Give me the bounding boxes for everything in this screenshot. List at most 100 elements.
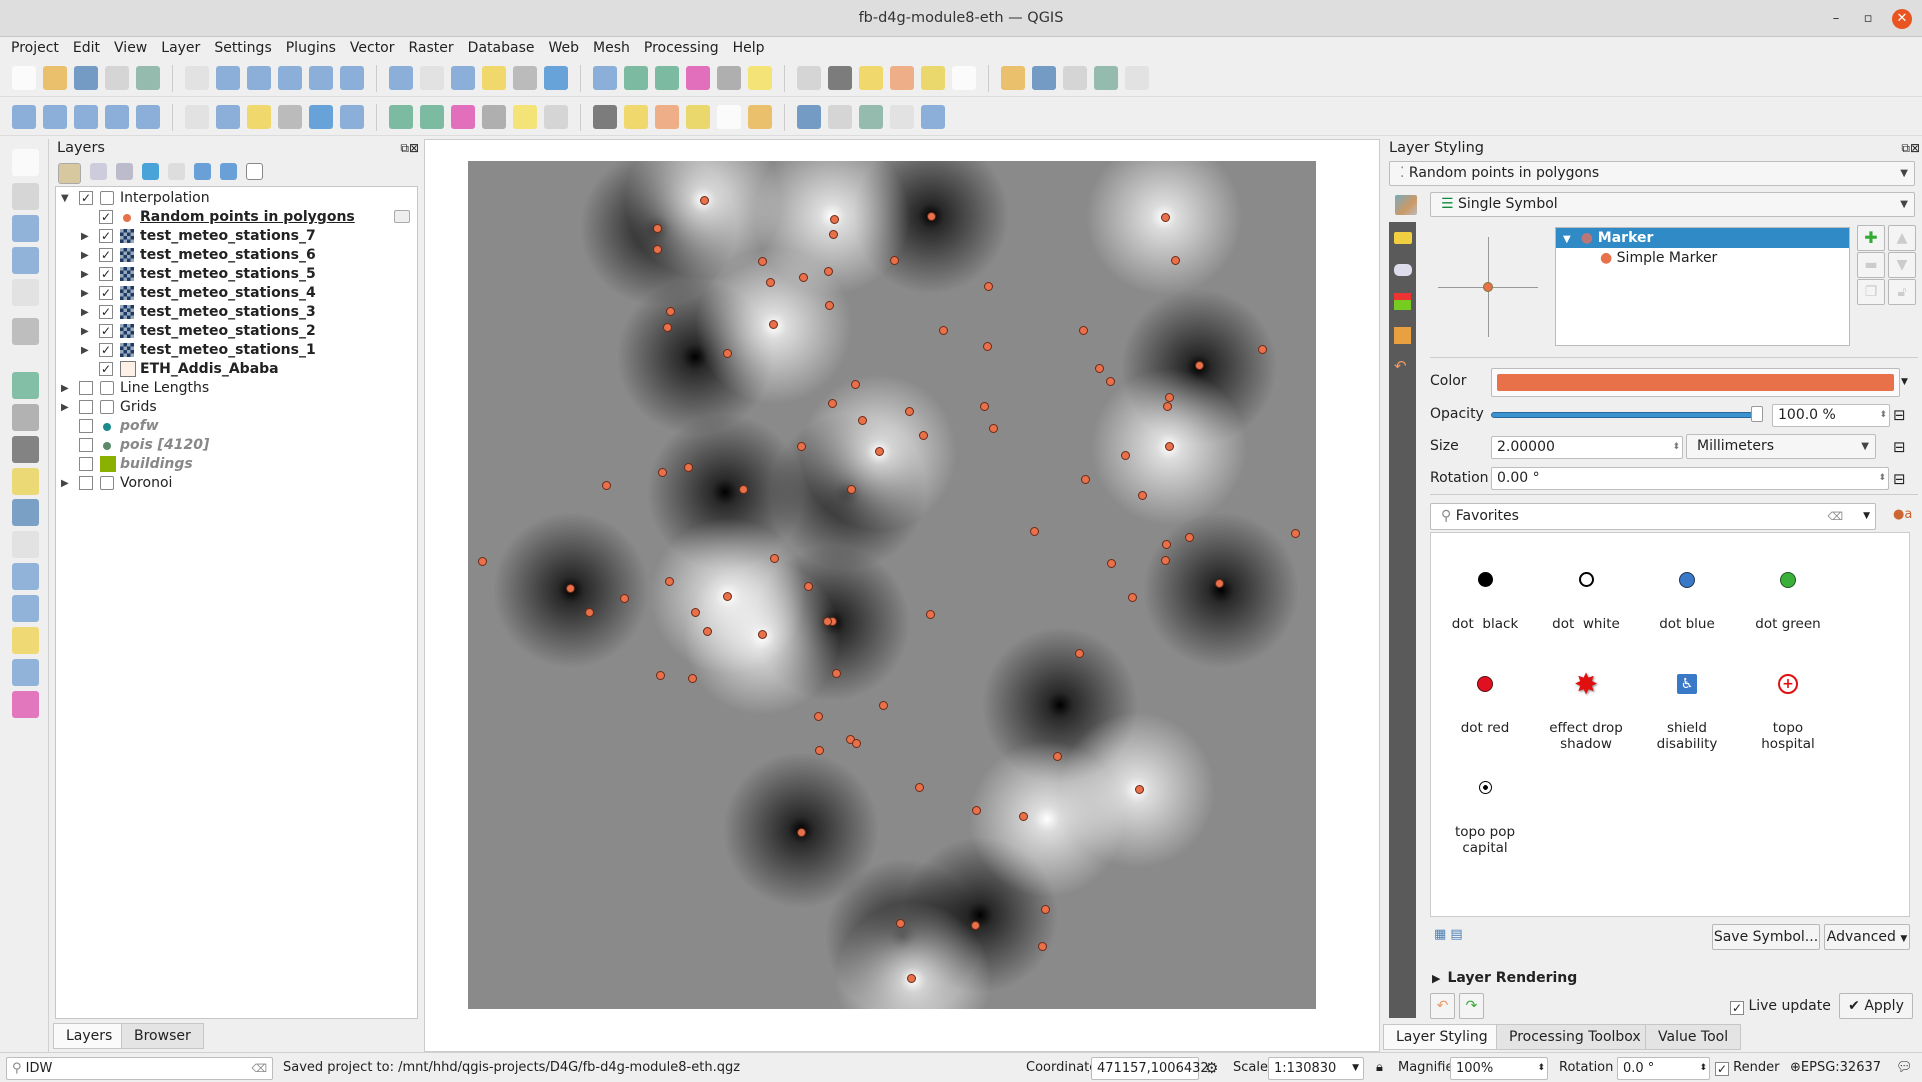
opacity-slider[interactable]	[1491, 412, 1763, 418]
layer-item[interactable]: ▶ ✓ test_meteo_stations_2	[56, 322, 417, 341]
toolbar-icon[interactable]	[216, 66, 240, 90]
opacity-spinbox[interactable]: 100.0 % ⬍	[1772, 404, 1890, 427]
toolbar-icon[interactable]	[859, 105, 883, 129]
layer-visibility-checkbox[interactable]	[79, 476, 93, 490]
layer-visibility-checkbox[interactable]: ✓	[99, 286, 113, 300]
color-button[interactable]	[1491, 368, 1900, 397]
add-layer-icon[interactable]	[12, 499, 39, 526]
toolbar-icon[interactable]	[420, 66, 444, 90]
symbology-brush-icon[interactable]	[1395, 195, 1417, 215]
filter-icon[interactable]	[142, 163, 159, 180]
toolbar-icon[interactable]	[1094, 66, 1118, 90]
expand-arrow-icon[interactable]: ▶	[81, 322, 89, 341]
size-spinbox[interactable]: 2.00000 ⬍	[1491, 436, 1683, 459]
toolbar-icon[interactable]	[544, 66, 568, 90]
toolbar-icon[interactable]	[309, 66, 333, 90]
tree-item-simple-marker[interactable]: ● Simple Marker	[1600, 249, 1717, 267]
toolbar-icon[interactable]	[686, 105, 710, 129]
add-layer-icon[interactable]	[12, 372, 39, 399]
toolbar-icon[interactable]	[247, 66, 271, 90]
add-layer-icon[interactable]	[12, 531, 39, 558]
diagrams-icon[interactable]	[1394, 327, 1411, 344]
add-layer-icon[interactable]	[12, 149, 39, 176]
map-canvas[interactable]	[424, 139, 1380, 1052]
layer-item[interactable]: buildings	[56, 455, 417, 474]
style-manager-icon[interactable]: ●a	[1893, 507, 1912, 522]
toolbar-icon[interactable]	[389, 105, 413, 129]
add-layer-icon[interactable]	[12, 563, 39, 590]
add-layer-icon[interactable]	[12, 279, 39, 306]
toolbar-icon[interactable]	[278, 105, 302, 129]
toolbar-icon[interactable]	[389, 66, 413, 90]
add-layer-icon[interactable]	[12, 215, 39, 242]
layer-visibility-checkbox[interactable]	[79, 457, 93, 471]
magnifier-spinbox[interactable]: 100% ⬍	[1450, 1057, 1548, 1080]
move-down-button[interactable]: ▼	[1888, 252, 1916, 278]
labels-icon[interactable]	[1394, 232, 1412, 244]
idw-raster-map[interactable]	[468, 161, 1316, 1009]
add-layer-icon[interactable]	[12, 436, 39, 463]
renderer-select[interactable]: ☰ Single Symbol ▼	[1430, 192, 1915, 217]
menu-edit[interactable]: Edit	[66, 37, 107, 60]
toolbar-icon[interactable]	[185, 105, 209, 129]
save-symbol-button[interactable]: Save Symbol...	[1712, 924, 1820, 950]
toolbar-icon[interactable]	[482, 105, 506, 129]
move-up-button[interactable]: ▲	[1888, 225, 1916, 251]
toolbar-icon[interactable]	[593, 105, 617, 129]
close-button[interactable]: ✕	[1892, 9, 1912, 29]
undo-button[interactable]: ↶	[1430, 993, 1455, 1019]
history-icon[interactable]: ↶	[1394, 359, 1411, 374]
menu-processing[interactable]: Processing	[637, 37, 726, 60]
toolbar-icon[interactable]	[278, 66, 302, 90]
filter-indicator-icon[interactable]	[394, 210, 410, 223]
menu-layer[interactable]: Layer	[154, 37, 207, 60]
layer-visibility-checkbox[interactable]: ✓	[99, 210, 113, 224]
minimize-button[interactable]: –	[1826, 9, 1846, 29]
tab-layer-styling[interactable]: Layer Styling	[1383, 1024, 1501, 1050]
style-manager-icon[interactable]	[58, 163, 81, 184]
data-defined-override-icon[interactable]: ⊟	[1893, 438, 1906, 456]
toolbar-icon[interactable]	[921, 105, 945, 129]
tab-layers[interactable]: Layers	[53, 1023, 126, 1049]
advanced-button[interactable]: Advanced ▼	[1824, 924, 1910, 950]
toolbar-icon[interactable]	[655, 66, 679, 90]
lock-scale-icon[interactable]: 🔒︎	[1376, 1059, 1383, 1077]
toolbar-icon[interactable]	[686, 66, 710, 90]
layer-rendering-section[interactable]: ▶ Layer Rendering	[1432, 970, 1577, 986]
layer-item[interactable]: ▶ ✓ test_meteo_stations_4	[56, 284, 417, 303]
toggle-extents-icon[interactable]: ⚙	[1205, 1059, 1218, 1077]
toolbar-icon[interactable]	[890, 66, 914, 90]
toolbar-icon[interactable]	[451, 105, 475, 129]
toolbar-icon[interactable]	[309, 105, 333, 129]
toolbar-icon[interactable]	[624, 105, 648, 129]
add-layer-icon[interactable]	[12, 404, 39, 431]
remove-symbol-layer-button[interactable]: ▬	[1857, 252, 1885, 278]
layer-visibility-checkbox[interactable]	[79, 438, 93, 452]
toolbar-icon[interactable]	[859, 66, 883, 90]
eye-icon[interactable]	[116, 163, 133, 180]
toolbar-icon[interactable]	[593, 66, 617, 90]
layer-visibility-checkbox[interactable]: ✓	[99, 229, 113, 243]
toolbar-icon[interactable]	[1001, 66, 1025, 90]
menu-vector[interactable]: Vector	[343, 37, 402, 60]
toolbar-icon[interactable]	[12, 105, 36, 129]
toolbar-icon[interactable]	[655, 105, 679, 129]
toolbar-icon[interactable]	[797, 105, 821, 129]
layer-visibility-checkbox[interactable]: ✓	[99, 324, 113, 338]
layer-item[interactable]: pois [4120]	[56, 436, 417, 455]
menu-mesh[interactable]: Mesh	[586, 37, 637, 60]
layer-visibility-checkbox[interactable]: ✓	[99, 248, 113, 262]
rotation-spinbox[interactable]: 0.00 ° ⬍	[1491, 467, 1889, 490]
add-layer-icon[interactable]	[12, 691, 39, 718]
expand-all-icon[interactable]	[194, 163, 211, 180]
expand-arrow-icon[interactable]: ▶	[81, 227, 89, 246]
lock-button[interactable]: 🔓︎	[1888, 279, 1916, 305]
expand-arrow-icon[interactable]: ▶	[81, 265, 89, 284]
add-layer-icon[interactable]	[12, 183, 39, 210]
toolbar-icon[interactable]	[216, 105, 240, 129]
toolbar-icon[interactable]	[828, 105, 852, 129]
layer-item[interactable]: ▶ Line Lengths	[56, 379, 417, 398]
toolbar-icon[interactable]	[544, 105, 568, 129]
live-update-checkbox[interactable]: ✓ Live update	[1730, 998, 1831, 1015]
clear-icon[interactable]: ⌫	[1827, 504, 1843, 529]
